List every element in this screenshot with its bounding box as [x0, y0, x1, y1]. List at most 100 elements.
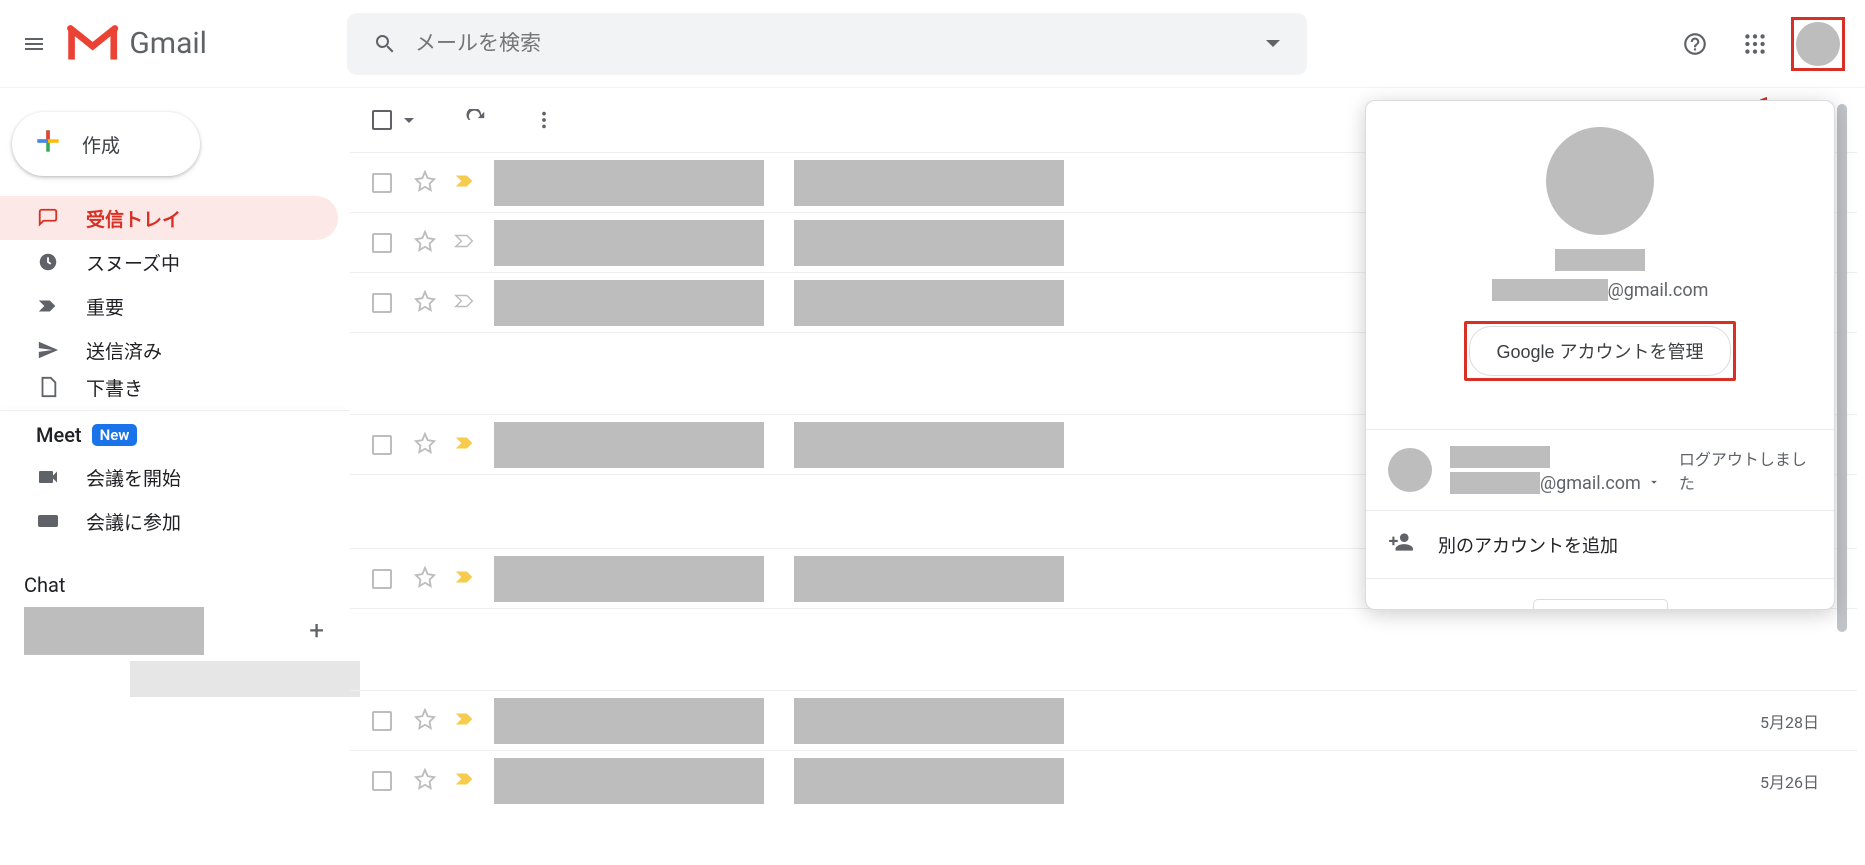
subject-redacted: [794, 758, 1064, 804]
gmail-logo[interactable]: Gmail: [66, 24, 207, 64]
nav-sent[interactable]: 送信済み: [0, 328, 338, 372]
star-icon[interactable]: [414, 230, 436, 256]
logged-out-status: ログアウトしました: [1679, 446, 1812, 494]
more-button[interactable]: [522, 98, 566, 142]
compose-button[interactable]: 作成: [12, 112, 200, 176]
logout-button[interactable]: ログアウト: [1533, 599, 1668, 609]
subject-redacted: [794, 698, 1064, 744]
popover-avatar[interactable]: [1546, 127, 1654, 235]
important-marker[interactable]: [454, 233, 476, 253]
star-icon[interactable]: [414, 566, 436, 592]
account-name-redacted: [1555, 249, 1645, 271]
new-chat-button[interactable]: +: [309, 616, 324, 646]
row-checkbox[interactable]: [372, 173, 392, 193]
important-marker[interactable]: [454, 569, 476, 589]
popover-scrollbar[interactable]: [1837, 104, 1847, 632]
nav-label: 下書き: [86, 374, 143, 401]
nav-inbox[interactable]: 受信トレイ: [0, 196, 338, 240]
nav-label: 受信トレイ: [86, 205, 181, 232]
important-marker[interactable]: [454, 173, 476, 193]
search-input[interactable]: [409, 32, 1253, 56]
person-add-icon: [1388, 529, 1414, 560]
important-marker[interactable]: [454, 293, 476, 313]
important-icon: [36, 294, 60, 318]
sender-redacted: [494, 160, 764, 206]
subject-redacted: [794, 422, 1064, 468]
other-account-name-redacted: [1450, 446, 1550, 468]
meet-join[interactable]: 会議に参加: [0, 499, 350, 543]
chat-heading: Chat: [0, 573, 350, 597]
manage-account-button[interactable]: Google アカウントを管理: [1469, 326, 1730, 376]
manage-account-highlight: Google アカウントを管理: [1464, 321, 1735, 381]
email-local-redacted: [1492, 279, 1608, 301]
other-email-redacted: [1450, 472, 1540, 494]
search-bar[interactable]: [347, 13, 1307, 75]
gap-row: [350, 608, 1857, 690]
apps-icon[interactable]: [1731, 20, 1779, 68]
important-marker[interactable]: [454, 711, 476, 731]
send-icon: [36, 338, 60, 362]
chat-contact-redacted: [24, 607, 204, 655]
subject-redacted: [794, 556, 1064, 602]
account-avatar-highlight: [1791, 17, 1845, 71]
clock-icon: [36, 250, 60, 274]
nav-label: スヌーズ中: [86, 249, 180, 276]
nav-important[interactable]: 重要: [0, 284, 338, 328]
sender-redacted: [494, 280, 764, 326]
other-email-domain: @gmail.com: [1540, 473, 1641, 494]
important-marker[interactable]: [454, 771, 476, 791]
new-badge: New: [92, 424, 138, 446]
nav-snoozed[interactable]: スヌーズ中: [0, 240, 338, 284]
row-checkbox[interactable]: [372, 293, 392, 313]
nav-drafts[interactable]: 下書き: [0, 372, 338, 402]
drafts-icon: [36, 375, 60, 399]
star-icon[interactable]: [414, 290, 436, 316]
row-checkbox[interactable]: [372, 233, 392, 253]
product-name: Gmail: [129, 26, 207, 61]
chat-row[interactable]: +: [0, 607, 350, 655]
search-icon[interactable]: [361, 20, 409, 68]
meet-join-label: 会議に参加: [86, 508, 181, 535]
row-checkbox[interactable]: [372, 569, 392, 589]
help-icon[interactable]: [1671, 20, 1719, 68]
mail-row[interactable]: 5月26日: [350, 750, 1857, 810]
star-icon[interactable]: [414, 768, 436, 794]
important-marker[interactable]: [454, 435, 476, 455]
add-account-button[interactable]: 別のアカウントを追加: [1366, 511, 1834, 578]
email-domain: @gmail.com: [1608, 280, 1709, 301]
select-all-checkbox[interactable]: [372, 110, 392, 130]
sender-redacted: [494, 698, 764, 744]
other-account-row[interactable]: @gmail.com ログアウトしました: [1366, 430, 1834, 510]
star-icon[interactable]: [414, 432, 436, 458]
meet-heading: Meet New: [0, 423, 350, 447]
nav-label: 送信済み: [86, 337, 162, 364]
video-icon: [36, 465, 60, 489]
row-checkbox[interactable]: [372, 711, 392, 731]
other-account-avatar: [1388, 448, 1432, 492]
meet-start[interactable]: 会議を開始: [0, 455, 350, 499]
star-icon[interactable]: [414, 170, 436, 196]
mail-date: 5月26日: [1760, 769, 1819, 793]
star-icon[interactable]: [414, 708, 436, 734]
search-options-dropdown[interactable]: [1253, 24, 1293, 64]
mail-date: 5月28日: [1760, 709, 1819, 733]
row-checkbox[interactable]: [372, 435, 392, 455]
refresh-button[interactable]: [454, 98, 498, 142]
row-checkbox[interactable]: [372, 771, 392, 791]
select-dropdown[interactable]: [404, 118, 414, 123]
subject-redacted: [794, 220, 1064, 266]
keyboard-icon: [36, 509, 60, 533]
sender-redacted: [494, 422, 764, 468]
menu-icon[interactable]: [10, 20, 58, 68]
chevron-down-icon[interactable]: [1647, 474, 1661, 493]
sender-redacted: [494, 556, 764, 602]
meet-start-label: 会議を開始: [86, 464, 181, 491]
inbox-icon: [36, 206, 60, 230]
sidebar: 作成 受信トレイ スヌーズ中 重要 送信済み 下書き Meet New: [0, 88, 350, 865]
meet-title: Meet: [36, 423, 82, 447]
add-account-label: 別のアカウントを追加: [1438, 532, 1618, 558]
mail-row[interactable]: 5月28日: [350, 690, 1857, 750]
account-avatar[interactable]: [1796, 22, 1840, 66]
sender-redacted: [494, 220, 764, 266]
nav-label: 重要: [86, 293, 124, 320]
